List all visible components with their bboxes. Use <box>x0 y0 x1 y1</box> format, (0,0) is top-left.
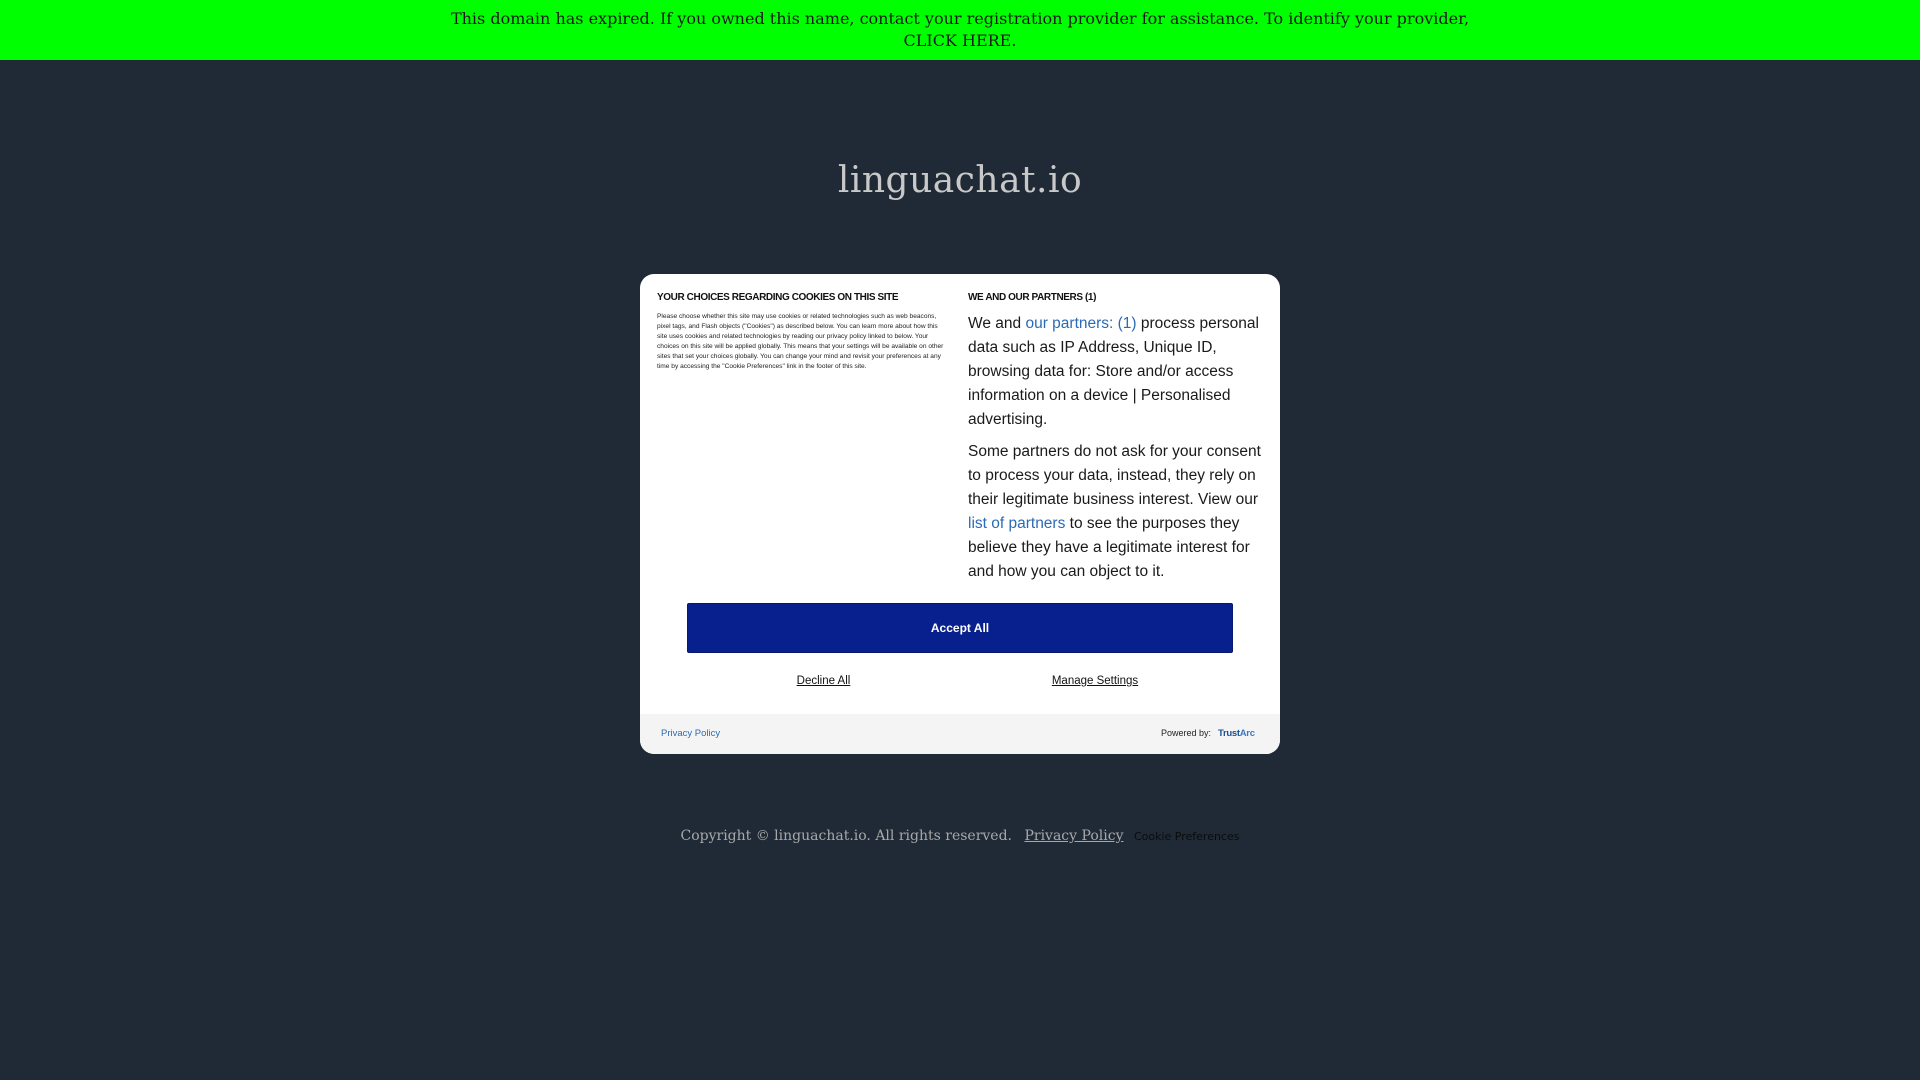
partners-paragraph-1: We and our partners: (1) process persona… <box>968 312 1270 432</box>
our-partners-link[interactable]: our partners: (1) <box>1025 315 1136 332</box>
partners-heading: WE AND OUR PARTNERS (1) <box>968 292 1097 303</box>
footer-privacy-policy-link[interactable]: Privacy Policy <box>1024 828 1123 844</box>
page-footer: Copyright © linguachat.io. All rights re… <box>0 826 1920 847</box>
cookie-choices-section: YOUR CHOICES REGARDING COOKIES ON THIS S… <box>657 292 949 372</box>
cookie-choices-description: Please choose whether this site may use … <box>657 313 944 370</box>
partners-p1-prefix: We and <box>968 315 1026 332</box>
partners-p2-prefix: Some partners do not ask for your consen… <box>968 443 1261 508</box>
banner-message: This domain has expired. If you owned th… <box>450 9 1470 28</box>
manage-settings-button[interactable]: Manage Settings <box>1050 675 1140 687</box>
accept-all-button[interactable]: Accept All <box>687 603 1233 653</box>
partners-paragraph-2: Some partners do not ask for your consen… <box>968 440 1270 584</box>
powered-by-label: Powered by: <box>1161 728 1212 738</box>
decline-all-button[interactable]: Decline All <box>790 675 857 687</box>
list-of-partners-link[interactable]: list of partners <box>968 515 1065 532</box>
trustarc-logo-arc: Arc <box>1239 728 1255 739</box>
cookie-modal-footer: Privacy Policy Powered by: TrustArc <box>640 714 1280 754</box>
modal-privacy-policy-link[interactable]: Privacy Policy <box>661 728 720 739</box>
cookie-choices-heading: YOUR CHOICES REGARDING COOKIES ON THIS S… <box>657 292 899 303</box>
copyright-text: Copyright © linguachat.io. All rights re… <box>680 828 1013 844</box>
trustarc-logo[interactable]: TrustArc <box>1218 728 1255 739</box>
domain-expired-banner: This domain has expired. If you owned th… <box>0 0 1920 60</box>
site-title: linguachat.io <box>837 160 1083 201</box>
banner-click-here-link[interactable]: CLICK HERE. <box>904 31 1017 50</box>
partners-section: WE AND OUR PARTNERS (1) We and our partn… <box>968 292 1270 592</box>
trustarc-logo-trust: Trust <box>1218 728 1240 739</box>
cookie-preferences-link[interactable]: Cookie Preferences <box>1134 830 1240 843</box>
cookie-consent-modal: YOUR CHOICES REGARDING COOKIES ON THIS S… <box>640 274 1280 754</box>
